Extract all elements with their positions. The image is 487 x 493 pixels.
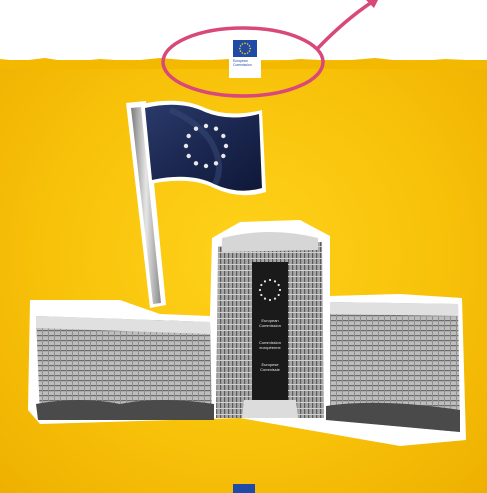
star-icon — [263, 297, 267, 300]
star-icon — [263, 280, 267, 283]
star-icon — [278, 288, 282, 292]
banner-text-4: européenne — [259, 345, 281, 350]
eu-flag-icon — [142, 100, 266, 196]
banner-text-6: Commissie — [260, 367, 281, 372]
star-icon — [203, 123, 209, 129]
star-icon — [183, 143, 189, 149]
star-icon — [273, 280, 277, 283]
star-icon — [213, 161, 219, 166]
star-icon — [273, 297, 277, 300]
poster: European Commission European Commission … — [0, 0, 487, 493]
star-icon — [260, 283, 263, 287]
star-icon — [277, 293, 280, 297]
berlaymont-building: European Commission Commission européenn… — [28, 220, 466, 446]
star-icon — [260, 293, 263, 297]
highlight-arrow-icon — [161, 0, 378, 98]
star-icon — [221, 153, 226, 159]
star-icon — [193, 161, 199, 166]
star-icon — [186, 133, 191, 139]
star-icon — [213, 126, 219, 131]
star-icon — [221, 133, 226, 139]
star-icon — [193, 126, 199, 131]
star-icon — [223, 143, 229, 149]
star-icon — [203, 163, 209, 169]
star-icon — [186, 153, 191, 159]
star-icon — [277, 283, 280, 287]
star-icon — [268, 278, 272, 282]
banner-text-2: Commission — [259, 323, 281, 328]
star-icon — [268, 298, 272, 302]
star-icon — [258, 288, 262, 292]
bottom-flag-mark — [233, 484, 255, 493]
berlaymont-collage: European Commission Commission européenn… — [28, 0, 466, 446]
